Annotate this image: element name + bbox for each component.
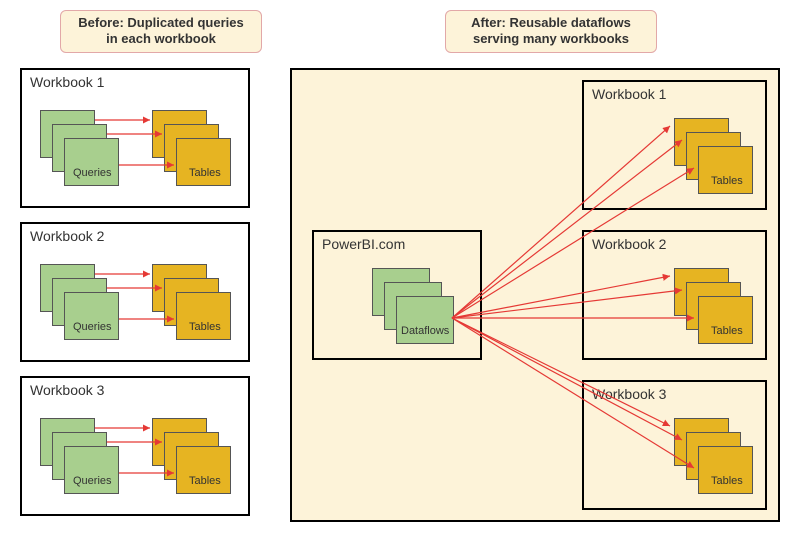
before-workbook-1: Workbook 1 Queries Tables — [20, 68, 250, 208]
before-wb1-queries-label: Queries — [73, 167, 112, 179]
after-source: PowerBI.com Dataflows — [312, 230, 482, 360]
before-caption: Before: Duplicated queries in each workb… — [60, 10, 262, 53]
before-workbook-2-title: Workbook 2 — [30, 228, 104, 244]
before-wb3-queries-label: Queries — [73, 475, 112, 487]
after-workbook-1: Workbook 1 Tables — [582, 80, 767, 210]
after-wb3-tables-label: Tables — [711, 475, 743, 487]
after-caption: After: Reusable dataflows serving many w… — [445, 10, 657, 53]
before-workbook-1-title: Workbook 1 — [30, 74, 104, 90]
after-container: PowerBI.com Dataflows Workbook 1 Tables … — [290, 68, 780, 522]
after-source-title: PowerBI.com — [322, 236, 405, 252]
before-wb2-tables-label: Tables — [189, 321, 221, 333]
after-workbook-3-title: Workbook 3 — [592, 386, 666, 402]
after-wb1-tables-label: Tables — [711, 175, 743, 187]
after-workbook-3: Workbook 3 Tables — [582, 380, 767, 510]
after-workbook-2-title: Workbook 2 — [592, 236, 666, 252]
before-wb2-queries-label: Queries — [73, 321, 112, 333]
before-wb1-tables-label: Tables — [189, 167, 221, 179]
before-workbook-3: Workbook 3 Queries Tables — [20, 376, 250, 516]
after-wb2-tables-label: Tables — [711, 325, 743, 337]
after-source-label: Dataflows — [401, 325, 449, 337]
before-workbook-2: Workbook 2 Queries Tables — [20, 222, 250, 362]
before-workbook-3-title: Workbook 3 — [30, 382, 104, 398]
after-workbook-2: Workbook 2 Tables — [582, 230, 767, 360]
after-workbook-1-title: Workbook 1 — [592, 86, 666, 102]
before-wb3-tables-label: Tables — [189, 475, 221, 487]
